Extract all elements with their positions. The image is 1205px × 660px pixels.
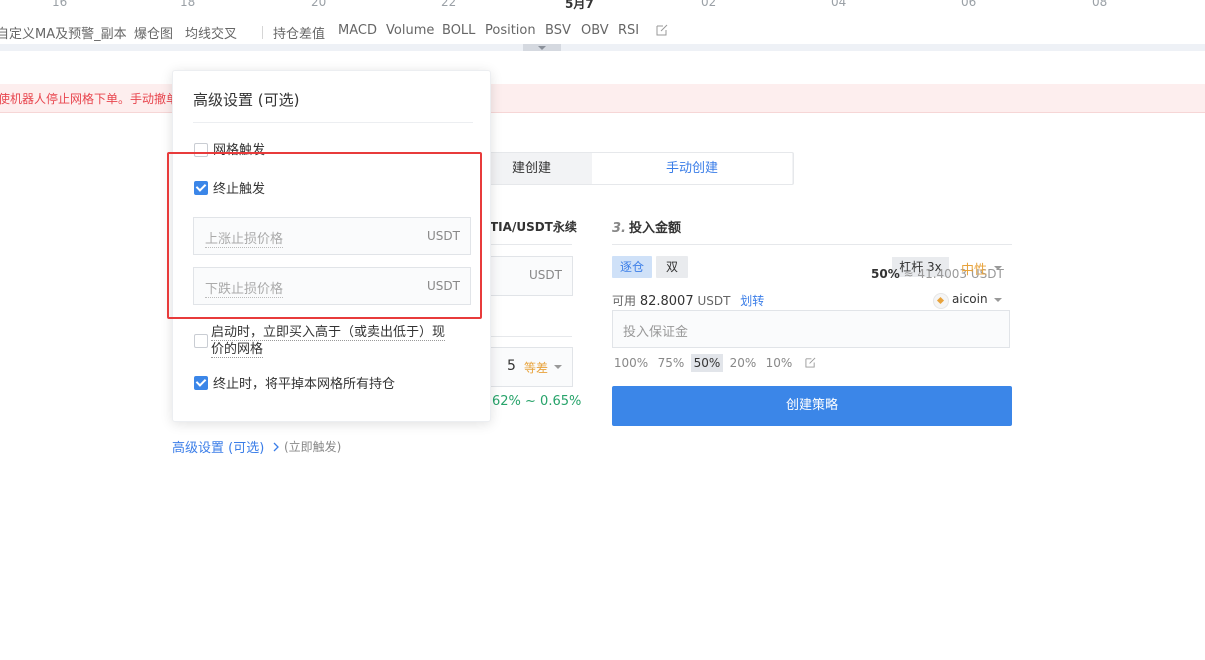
trading-pair-label: TIA/USDT永续 — [490, 220, 577, 234]
start-buy-label-line1: 启动时，立即买入高于（或卖出低于）现 — [211, 325, 446, 341]
available-balance: 可用 82.8007 USDT 划转 — [612, 292, 764, 309]
account-select[interactable]: aicoin — [952, 292, 988, 306]
divider — [480, 244, 572, 245]
chevron-down-icon — [994, 298, 1002, 302]
divider — [480, 336, 572, 337]
percent-option[interactable]: 20% — [727, 354, 759, 372]
axis-tick: 02 — [701, 0, 717, 9]
indicator-ma-cross[interactable]: 均线交叉 — [185, 23, 237, 42]
indicator-rsi[interactable]: RSI — [618, 23, 639, 38]
indicator-boll[interactable]: BOLL — [442, 23, 475, 38]
close-all-label: 终止时，将平掉本网格所有持仓 — [213, 377, 396, 392]
indicator-position[interactable]: Position — [485, 23, 536, 38]
axis-tick: 18 — [180, 0, 196, 9]
popup-title: 高级设置 (可选) — [193, 91, 300, 109]
create-strategy-button[interactable]: 创建策略 — [612, 386, 1012, 426]
indicator-macd[interactable]: MACD — [338, 23, 377, 38]
axis-tick: 20 — [311, 0, 327, 9]
chevron-down-icon — [994, 266, 1002, 270]
section-title-text: 投入金额 — [628, 221, 681, 236]
start-buy-label: 启动时，立即买入高于（或卖出低于）现 价的网格 — [211, 324, 446, 358]
start-buy-label-line2: 价的网格 — [211, 342, 264, 358]
indicator-toolbar: 自定义MA及预警_副本 爆仓图 均线交叉 持仓差值 MACD Volume BO… — [0, 20, 1205, 44]
create-mode-tabs: 建创建 手动创建 — [470, 152, 794, 185]
indicator-obv[interactable]: OBV — [581, 23, 609, 38]
edit-percent-icon[interactable] — [800, 354, 820, 372]
indicator-liquidation-map[interactable]: 爆仓图 — [134, 23, 173, 42]
axis-tick: 04 — [831, 0, 847, 9]
chevron-down-icon — [554, 365, 562, 369]
price-unit: USDT — [529, 268, 562, 282]
grid-mode-select[interactable]: 等差 — [524, 359, 548, 376]
indicator-position-diff[interactable]: 持仓差值 — [273, 23, 325, 42]
axis-tick: 22 — [441, 0, 457, 9]
direction-select[interactable]: 中性 — [961, 259, 987, 278]
tab-manual-create[interactable]: 手动创建 — [592, 153, 792, 184]
panel-divider — [0, 44, 1205, 51]
highlight-box — [167, 152, 482, 319]
percent-option[interactable]: 100% — [612, 354, 650, 372]
estimate-amount: ≈ 41.4003 USDT — [903, 267, 1004, 281]
percent-option-active[interactable]: 50% — [691, 354, 723, 372]
profit-range: 62% ~ 0.65% — [492, 394, 582, 409]
advanced-settings-link[interactable]: 高级设置 (可选) — [172, 437, 280, 456]
collapse-handle[interactable] — [523, 44, 561, 51]
axis-tick: 08 — [1092, 0, 1108, 9]
indicator-volume[interactable]: Volume — [386, 23, 434, 38]
grid-count-value: 5 — [507, 358, 516, 374]
available-unit: USDT — [697, 294, 731, 308]
edit-indicators-icon[interactable] — [656, 24, 668, 40]
axis-tick: 06 — [961, 0, 977, 9]
divider — [612, 244, 1012, 245]
price-field[interactable]: USDT — [480, 256, 573, 296]
divider — [193, 122, 473, 123]
available-label: 可用 — [612, 294, 637, 308]
advanced-settings-sub: (立即触发) — [284, 440, 342, 454]
start-buy-checkbox[interactable] — [194, 334, 208, 348]
toolbar-separator — [262, 26, 263, 39]
section-number: 3. — [612, 221, 626, 236]
indicator-bsv[interactable]: BSV — [545, 23, 571, 38]
margin-input[interactable]: 投入保证金 — [612, 310, 1010, 348]
alert-text: 使机器人停止网格下单。手动撤单 — [0, 92, 179, 106]
axis-tick: 16 — [52, 0, 68, 9]
close-all-checkbox[interactable] — [194, 376, 208, 390]
cross-margin-button[interactable]: 双 — [656, 256, 688, 278]
percent-option[interactable]: 10% — [763, 354, 795, 372]
indicator-custom-ma[interactable]: 自定义MA及预警_副本 — [0, 23, 127, 42]
transfer-link[interactable]: 划转 — [740, 294, 764, 308]
estimate-percent: 50% — [871, 267, 900, 281]
chevron-right-icon — [272, 441, 280, 456]
isolated-margin-button[interactable]: 逐仓 — [612, 256, 652, 278]
invest-section-title: 3. 投入金额 — [612, 217, 681, 236]
advanced-settings-link-label: 高级设置 (可选) — [172, 441, 265, 456]
coin-icon — [933, 293, 949, 309]
available-value: 82.8007 — [639, 294, 694, 309]
percent-option[interactable]: 75% — [654, 354, 688, 372]
axis-tick: 5月7 — [565, 0, 594, 11]
